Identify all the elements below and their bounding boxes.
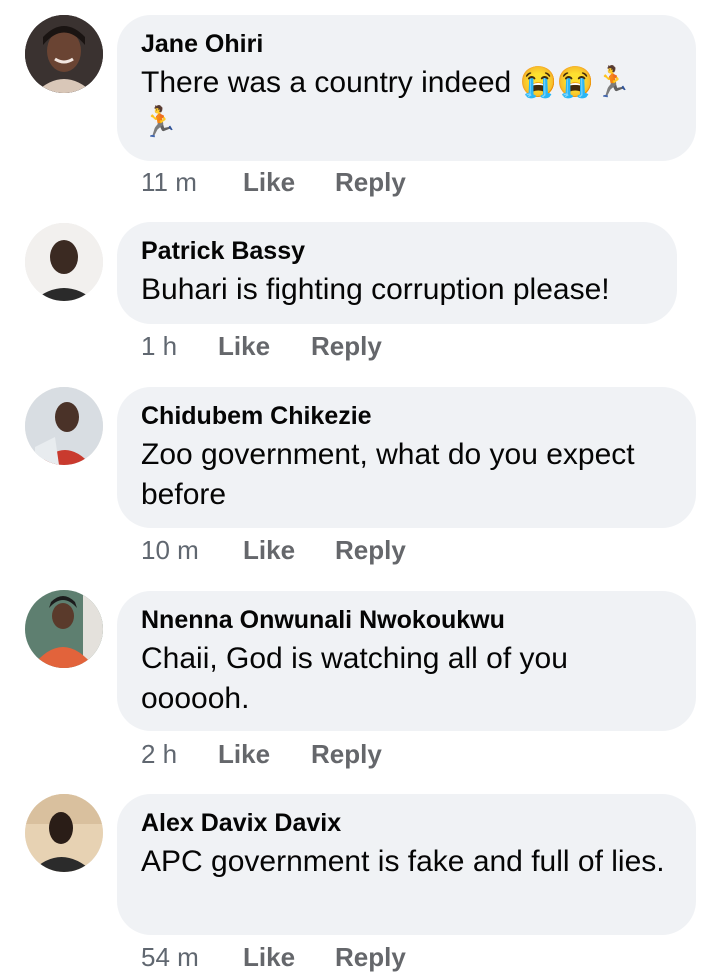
comment-author[interactable]: Nnenna Onwunali Nwokoukwu bbox=[141, 605, 672, 635]
reply-button[interactable]: Reply bbox=[335, 942, 406, 973]
like-button[interactable]: Like bbox=[243, 167, 335, 198]
comment-actions: 1 h Like Reply bbox=[141, 331, 382, 362]
comment-bubble: Alex Davix Davix APC government is fake … bbox=[117, 794, 696, 935]
comment-text: Buhari is fighting corruption please! bbox=[141, 273, 610, 306]
reply-button[interactable]: Reply bbox=[335, 535, 406, 566]
like-button[interactable]: Like bbox=[243, 942, 335, 973]
avatar[interactable] bbox=[25, 590, 103, 668]
comment-text: APC government is fake and full of lies. bbox=[141, 845, 665, 878]
avatar[interactable] bbox=[25, 794, 103, 872]
avatar[interactable] bbox=[25, 15, 103, 93]
comment-time[interactable]: 11 m bbox=[141, 167, 243, 198]
reply-button[interactable]: Reply bbox=[311, 739, 382, 770]
comment-actions: 11 m Like Reply bbox=[141, 167, 406, 198]
comment-actions: 2 h Like Reply bbox=[141, 739, 382, 770]
comment-text-continued: 🏃 bbox=[141, 106, 179, 139]
comment-bubble: Nnenna Onwunali Nwokoukwu Chaii, God is … bbox=[117, 591, 696, 731]
comment-bubble: Patrick Bassy Buhari is fighting corrupt… bbox=[117, 222, 677, 324]
reply-button[interactable]: Reply bbox=[335, 167, 406, 198]
comment-actions: 54 m Like Reply bbox=[141, 942, 406, 973]
comment-text: Chaii, God is watching all of you oooooh… bbox=[141, 642, 568, 715]
comment-author[interactable]: Jane Ohiri bbox=[141, 29, 672, 59]
avatar-woman-icon bbox=[25, 590, 103, 668]
comment-author[interactable]: Chidubem Chikezie bbox=[141, 401, 672, 431]
avatar[interactable] bbox=[25, 387, 103, 465]
comment-text: There was a country indeed 😭😭🏃 bbox=[141, 66, 632, 99]
comment-bubble: Jane Ohiri There was a country indeed 😭😭… bbox=[117, 15, 696, 161]
comment-time[interactable]: 10 m bbox=[141, 535, 243, 566]
like-button[interactable]: Like bbox=[243, 535, 335, 566]
reply-button[interactable]: Reply bbox=[311, 331, 382, 362]
comment-time[interactable]: 1 h bbox=[141, 331, 218, 362]
avatar-man-icon bbox=[25, 387, 103, 465]
comment-actions: 10 m Like Reply bbox=[141, 535, 406, 566]
like-button[interactable]: Like bbox=[218, 739, 311, 770]
avatar-man-icon bbox=[25, 223, 103, 301]
avatar-woman-icon bbox=[25, 15, 103, 93]
comment-bubble: Chidubem Chikezie Zoo government, what d… bbox=[117, 387, 696, 528]
avatar[interactable] bbox=[25, 223, 103, 301]
like-button[interactable]: Like bbox=[218, 331, 311, 362]
comment-author[interactable]: Alex Davix Davix bbox=[141, 808, 672, 838]
comment-time[interactable]: 2 h bbox=[141, 739, 218, 770]
avatar-man-icon bbox=[25, 794, 103, 872]
comment-text: Zoo government, what do you expect befor… bbox=[141, 438, 635, 511]
comment-time[interactable]: 54 m bbox=[141, 942, 243, 973]
comment-author[interactable]: Patrick Bassy bbox=[141, 236, 653, 266]
